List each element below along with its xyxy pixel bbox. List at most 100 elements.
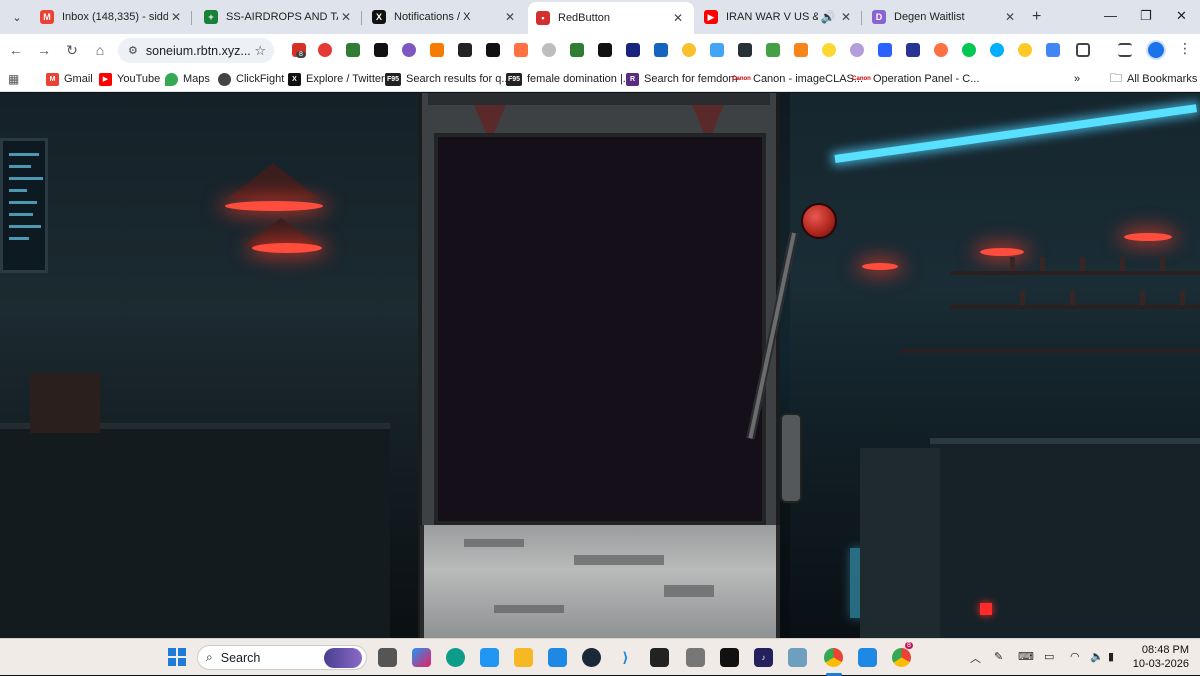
extension-icon[interactable] [430,43,444,57]
photos-icon[interactable] [548,648,567,667]
extension-icon[interactable] [1018,43,1032,57]
bookmark-youtube[interactable]: ▶ YouTube [99,71,160,87]
extension-icon[interactable] [850,43,864,57]
tab-iran-war[interactable]: ▶ IRAN WAR V US & ISRA 🔊 ✕ [696,4,862,30]
extension-icon[interactable] [990,43,1004,57]
capcut-icon[interactable] [720,648,739,667]
bookmark-clickfight[interactable]: ClickFight [218,71,284,87]
close-icon[interactable]: ✕ [168,10,184,24]
extension-icon[interactable] [346,43,360,57]
extension-icon[interactable] [878,43,892,57]
extension-icon[interactable] [486,43,500,57]
profile-avatar[interactable] [1146,40,1166,60]
menu-icon[interactable]: ⋮ [1178,40,1192,57]
volume-icon[interactable]: 🔈 [1090,650,1104,663]
tab-gmail[interactable]: M Inbox (148,335) - siddharth ✕ [32,4,192,30]
address-bar[interactable]: ⚙ soneium.rbtn.xyz... ☆ [118,38,274,63]
extension-icon[interactable] [570,43,584,57]
display-icon[interactable]: ▭ [1044,650,1054,663]
reading-list-icon[interactable] [1118,43,1132,57]
extension-icon[interactable] [542,43,556,57]
vscode-icon[interactable]: ⟩ [616,648,635,667]
extension-icon[interactable] [598,43,612,57]
bookmark-explore-twitter[interactable]: X Explore / Twitter [288,71,385,87]
chrome-icon[interactable] [824,648,843,667]
extension-icon[interactable] [822,43,836,57]
bookmark-gmail[interactable]: M Gmail [46,71,93,87]
bookmark-search-femdom[interactable]: R Search for femdom [626,71,738,87]
bookmark-f95-search[interactable]: F95 Search results for q... [385,71,511,87]
lever-knob[interactable] [801,203,837,239]
close-icon[interactable]: ✕ [670,11,686,25]
extension-icon[interactable] [402,43,416,57]
system-clock[interactable]: 08:48 PM 10-03-2026 [1127,643,1189,671]
reload-button[interactable]: ↻ [62,40,82,60]
amazon-music-icon[interactable]: ♪ [754,648,773,667]
battery-icon[interactable]: ▮ [1108,650,1114,663]
calculator-icon[interactable] [686,648,705,667]
taskbar-search[interactable]: ⌕ Search [197,645,367,670]
metamask-icon[interactable] [794,43,808,57]
extension-icon[interactable] [962,43,976,57]
bookmark-star-icon[interactable]: ☆ [254,43,266,59]
task-view-icon[interactable] [378,648,397,667]
hanging-lamp [243,218,319,246]
wifi-icon[interactable]: ◠ [1070,650,1080,663]
puzzle-icon[interactable] [1076,43,1090,57]
tab-degen-waitlist[interactable]: D Degen Waitlist ✕ [864,4,1026,30]
bookmark-maps[interactable]: Maps [165,71,210,87]
brave-icon[interactable] [934,43,948,57]
extension-icon[interactable] [906,43,920,57]
steam-icon[interactable] [582,648,601,667]
game-canvas[interactable] [0,93,1200,638]
store-icon[interactable] [480,648,499,667]
all-bookmarks-button[interactable]: 🗀 All Bookmarks [1110,71,1197,87]
machine-screen[interactable] [434,133,766,525]
forward-button[interactable]: → [34,40,54,60]
bookmark-canon-imageclass[interactable]: Canon Canon - imageCLAS... [732,71,863,87]
close-icon[interactable]: ✕ [502,10,518,24]
minimize-button[interactable]: — [1104,8,1117,23]
shield-icon[interactable] [374,43,388,57]
extension-icon[interactable] [458,43,472,57]
file-explorer-icon[interactable] [514,648,533,667]
bookmarks-overflow-button[interactable]: » [1074,71,1080,87]
keyboard-icon[interactable]: ⌨ [1018,650,1034,663]
extension-icon[interactable] [710,43,724,57]
restore-button[interactable]: ❐ [1140,8,1152,24]
pen-icon[interactable]: ✎ [994,650,1003,663]
extension-icon[interactable] [626,43,640,57]
notepad-icon[interactable] [858,648,877,667]
close-icon[interactable]: ✕ [338,10,354,24]
bookmark-f95-female[interactable]: F95 female domination |... [506,71,632,87]
pc-app-icon[interactable] [650,648,669,667]
f95-icon: F95 [385,72,401,86]
translate-icon[interactable] [1046,43,1060,57]
back-button[interactable]: ← [6,40,26,60]
tab-search-button[interactable]: ⌄ [6,6,28,28]
close-icon[interactable]: ✕ [1002,10,1018,24]
tab-notifications[interactable]: X Notifications / X ✕ [364,4,526,30]
bookmark-operation-panel[interactable]: Canon Operation Panel - C... [852,71,979,87]
extension-icon[interactable] [514,43,528,57]
close-window-button[interactable]: ✕ [1176,8,1187,24]
chrome-profile-icon[interactable] [892,648,911,667]
extension-icon[interactable] [766,43,780,57]
adblock-icon[interactable] [318,43,332,57]
home-button[interactable]: ⌂ [90,40,110,60]
tab-redbutton[interactable]: ▪ RedButton ✕ [528,2,694,34]
copilot-icon[interactable] [412,648,431,667]
apps-button[interactable]: ▦ [8,71,19,87]
edge-icon[interactable] [446,648,465,667]
close-icon[interactable]: ✕ [838,10,854,24]
speaker-icon[interactable]: 🔊 [818,10,838,24]
site-info-icon[interactable]: ⚙ [128,44,138,57]
tray-overflow-icon[interactable]: ︿ [970,650,981,666]
new-tab-button[interactable]: + [1032,8,1041,26]
extension-icon[interactable] [738,43,752,57]
start-button[interactable] [168,648,186,666]
extension-icon[interactable] [682,43,696,57]
tab-airdrops[interactable]: + SS-AIRDROPS AND TASKS ✕ [196,4,362,30]
notes-icon[interactable] [788,648,807,667]
extension-icon[interactable] [654,43,668,57]
